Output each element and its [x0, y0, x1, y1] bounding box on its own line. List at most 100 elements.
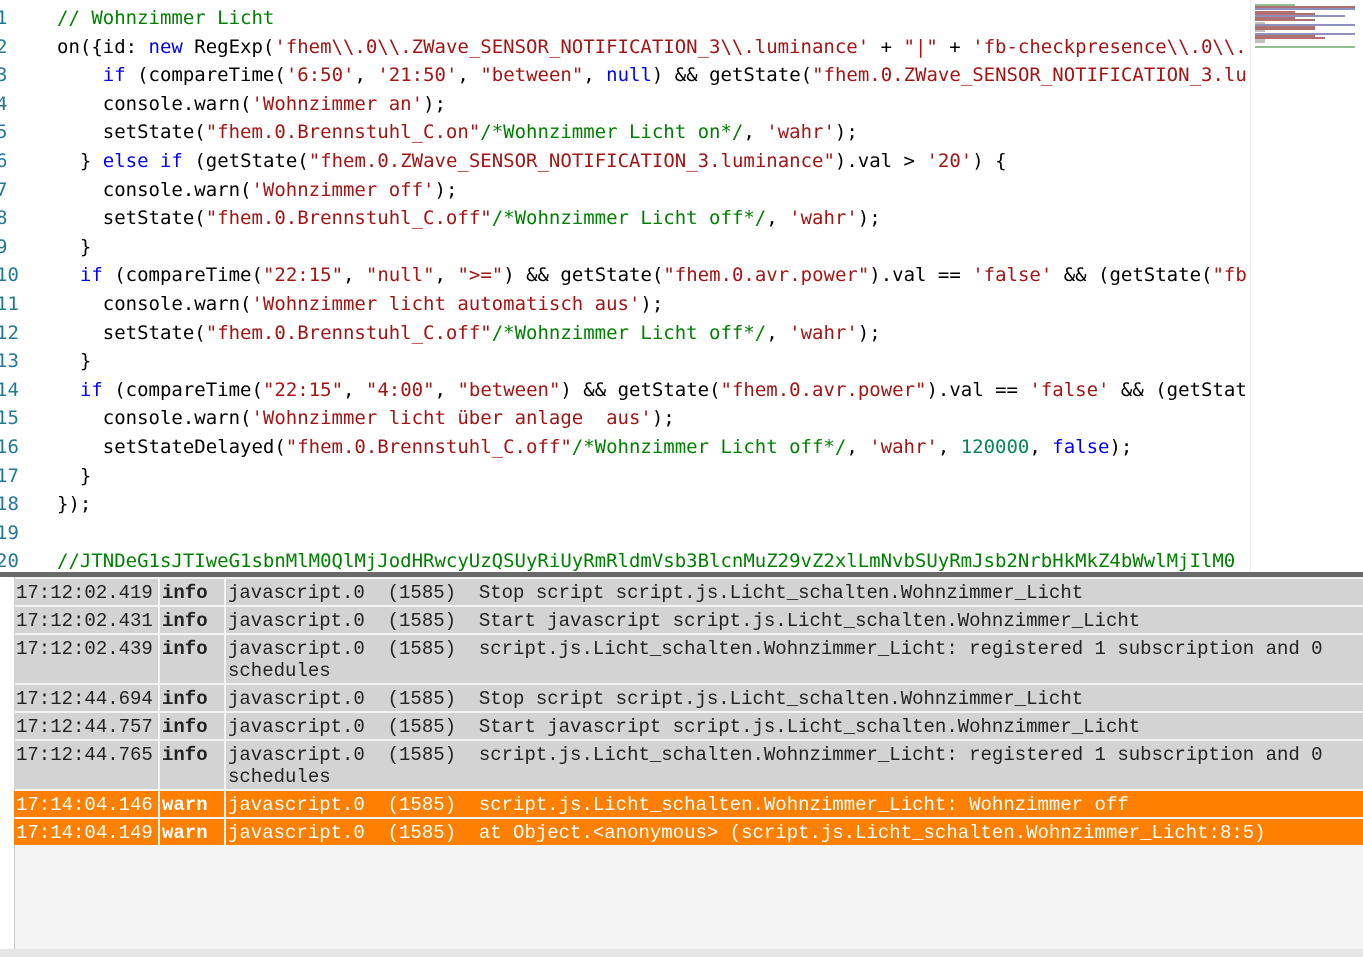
code-token: ,	[354, 64, 378, 87]
code-token: '21:50'	[377, 64, 458, 87]
code-token: 'Wohnzimmer licht über anlage aus'	[251, 407, 652, 430]
code-token: ,	[434, 264, 458, 287]
line-number: 15	[0, 407, 19, 430]
code-token: }	[57, 464, 92, 487]
code-text: setState("fhem.0.Brennstuhl_C.on"/*Wohnz…	[57, 118, 1250, 146]
code-text: on({id: new RegExp('fhem\\.0\\.ZWave_SEN…	[57, 33, 1250, 61]
code-token: ,	[1029, 436, 1053, 458]
code-token: /*Wohnzimmer Licht off*/	[571, 436, 847, 458]
code-token: ,	[743, 121, 767, 144]
log-row[interactable]: 17:12:44.757 info javascript.0 (1585) Star…	[14, 713, 1363, 739]
minimap[interactable]	[1250, 0, 1361, 572]
code-line[interactable]: 8 setState("fhem.0.Brennstuhl_C.off"/*Wo…	[0, 204, 1250, 232]
code-token: );	[423, 92, 446, 115]
code-token: ,	[434, 378, 458, 401]
code-line[interactable]: 7 console.warn('Wohnzimmer off');	[0, 176, 1250, 204]
code-token: '6:50'	[285, 64, 355, 87]
code-text: } else if (getState("fhem.0.ZWave_SENSOR…	[57, 147, 1250, 175]
log-row[interactable]: 17:12:02.431 info javascript.0 (1585) Star…	[14, 607, 1363, 633]
code-text: if (compareTime("22:15", "null", ">=") &…	[57, 261, 1250, 289]
code-token: if	[102, 64, 126, 87]
code-line[interactable]: 1 // Wohnzimmer Licht	[0, 4, 1250, 32]
code-line[interactable]: 18});	[0, 490, 1250, 518]
code-token: ,	[583, 64, 607, 87]
log-severity: info	[160, 607, 224, 633]
code-line[interactable]: 15 console.warn('Wohnzimmer licht über a…	[0, 404, 1250, 432]
code-line[interactable]: 2 on({id: new RegExp('fhem\\.0\\.ZWave_SE…	[0, 33, 1250, 61]
code-text: });	[57, 490, 1250, 518]
code-token: RegExp(	[182, 35, 275, 58]
code-token: );	[651, 407, 675, 430]
code-token: 'fb-checkpresence\\.0\\.	[972, 35, 1247, 58]
log-row[interactable]: 17:14:04.146 warn javascript.0 (1585) scri…	[14, 791, 1363, 817]
line-number: 3	[0, 64, 8, 87]
log-row[interactable]: 17:14:04.149 warn javascript.0 (1585) at O…	[14, 819, 1363, 845]
code-editor[interactable]: 1 // Wohnzimmer Licht 2 on({id: new RegExp(…	[0, 0, 1363, 572]
code-line[interactable]: 14 if (compareTime("22:15", "4:00", "bet…	[0, 376, 1250, 404]
line-number: 5	[0, 121, 8, 144]
code-line[interactable]: 16 setStateDelayed("fhem.0.Brennstuhl_C.…	[0, 433, 1250, 461]
code-text: if (compareTime('6:50', '21:50', "betwee…	[57, 61, 1250, 89]
code-token: ">="	[457, 264, 504, 287]
code-line[interactable]: 11 console.warn('Wohnzimmer licht automa…	[0, 290, 1250, 318]
code-token: 'fhem\\.0\\.ZWave_SENSOR_NOTIFICATION_3\…	[274, 35, 870, 58]
code-line[interactable]: 12 setState("fhem.0.Brennstuhl_C.off"/*W…	[0, 319, 1250, 347]
log-row[interactable]: 17:12:02.439 info javascript.0 (1585) scri…	[14, 635, 1363, 683]
line-number: 4	[0, 92, 8, 115]
log-panel: 17:12:02.419 info javascript.0 (1585) Stop…	[0, 577, 1363, 949]
log-row[interactable]: 17:12:44.765 info javascript.0 (1585) scri…	[14, 741, 1363, 789]
code-line[interactable]: 20 //JTNDeG1sJTIweG1sbnMlM0QlMjJodHRwcyUz…	[0, 547, 1250, 572]
horizontal-scrollbar[interactable]	[0, 949, 1363, 957]
code-token: ).val >	[834, 150, 927, 172]
code-token: }	[57, 350, 92, 373]
log-row[interactable]: 17:12:02.419 info javascript.0 (1585) Stop…	[14, 579, 1363, 605]
code-token: false	[1052, 436, 1110, 458]
code-token: 'wahr'	[789, 207, 858, 230]
code-token: "fhem.0.Brennstuhl_C.on"	[205, 121, 481, 144]
code-token: ,	[937, 436, 961, 458]
code-token: "4:00"	[365, 378, 435, 401]
code-token: "22:15"	[262, 378, 344, 401]
code-token: "fhem.0.ZWave_SENSOR_NOTIFICATION_3.lu	[812, 64, 1247, 87]
log-message: javascript.0 (1585) at Object.<anonymous…	[226, 819, 1363, 845]
code-text: setStateDelayed("fhem.0.Brennstuhl_C.off…	[57, 433, 1250, 461]
code-line[interactable]: 3 if (compareTime('6:50', '21:50', "betw…	[0, 61, 1250, 89]
log-message: javascript.0 (1585) Start javascript scr…	[226, 607, 1363, 633]
line-number: 19	[0, 521, 19, 544]
code-token: 'Wohnzimmer off'	[251, 178, 435, 201]
code-text: if (compareTime("22:15", "4:00", "betwee…	[57, 376, 1250, 404]
code-line[interactable]: 19	[0, 519, 1250, 547]
line-number: 2	[0, 35, 8, 58]
log-row[interactable]: 17:12:44.694 info javascript.0 (1585) Stop…	[14, 685, 1363, 711]
code-line[interactable]: 6 } else if (getState("fhem.0.ZWave_SENS…	[0, 147, 1250, 175]
code-token: '20'	[926, 150, 973, 172]
code-line[interactable]: 5 setState("fhem.0.Brennstuhl_C.on"/*Woh…	[0, 118, 1250, 146]
log-message: javascript.0 (1585) script.js.Licht_scha…	[226, 741, 1363, 789]
line-number: 20	[0, 550, 19, 572]
log-time: 17:12:02.419	[14, 579, 158, 605]
code-token: on({id:	[57, 35, 149, 58]
code-token: setState(	[57, 321, 206, 344]
code-token: ,	[343, 264, 366, 287]
code-token: "fhem.0.avr.power"	[663, 264, 870, 287]
code-line[interactable]: 9 }	[0, 233, 1250, 261]
log-severity: info	[160, 741, 224, 789]
code-line[interactable]: 13 }	[0, 347, 1250, 375]
code-line[interactable]: 10 if (compareTime("22:15", "null", ">="…	[0, 261, 1250, 289]
log-time: 17:12:44.765	[14, 741, 158, 789]
code-token: /*Wohnzimmer Licht off*/	[491, 207, 767, 230]
code-token: ) && getState(	[560, 378, 721, 401]
code-line[interactable]: 4 console.warn('Wohnzimmer an');	[0, 90, 1250, 118]
code-token: ,	[766, 321, 790, 344]
line-number: 14	[0, 378, 19, 401]
log-severity: info	[160, 713, 224, 739]
code-line[interactable]: 17 }	[0, 462, 1250, 490]
line-number: 18	[0, 493, 19, 516]
code-token: && (getState(	[1052, 264, 1213, 287]
log-time: 17:12:02.431	[14, 607, 158, 633]
log-time: 17:14:04.146	[14, 791, 158, 817]
code-token: "fhem.0.Brennstuhl_C.off"	[205, 207, 492, 230]
log-severity: warn	[160, 819, 224, 845]
